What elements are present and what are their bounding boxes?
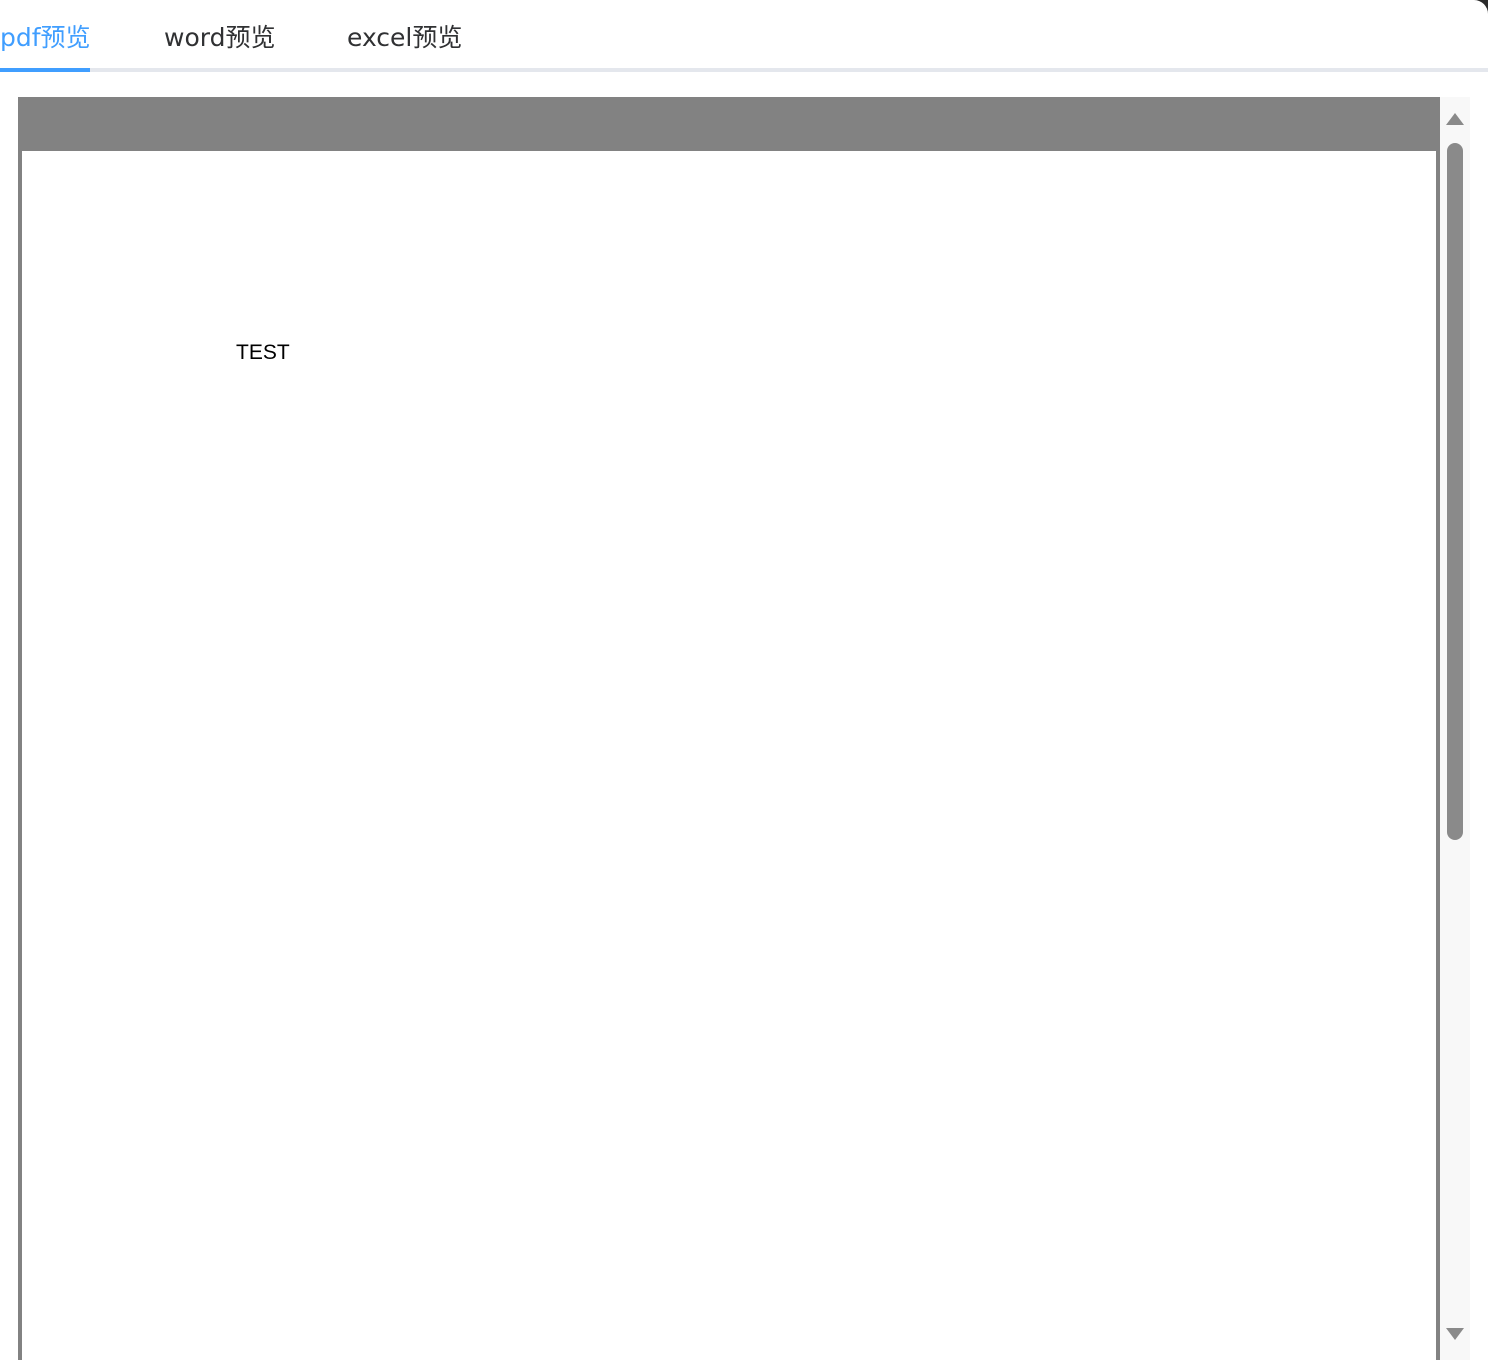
scroll-down-arrow-icon[interactable] [1446,1328,1464,1340]
pdf-viewer: TEST [18,97,1440,1360]
tab-pdf-preview[interactable]: pdf预览 [0,18,91,58]
pdf-page: TEST [22,151,1436,1360]
scrollbar-thumb[interactable] [1447,143,1463,840]
pdf-page-text: TEST [236,341,290,364]
tab-bar-divider [0,68,1488,72]
tab-excel-preview[interactable]: excel预览 [347,18,462,58]
pdf-viewer-toolbar [18,97,1440,150]
scroll-up-arrow-icon[interactable] [1446,113,1464,125]
app-window: pdf预览 word预览 excel预览 TEST [0,0,1488,1360]
tab-bar: pdf预览 word预览 excel预览 [0,0,1488,72]
active-tab-indicator [0,68,90,72]
tab-word-preview[interactable]: word预览 [164,18,275,58]
vertical-scrollbar[interactable] [1440,97,1470,1360]
